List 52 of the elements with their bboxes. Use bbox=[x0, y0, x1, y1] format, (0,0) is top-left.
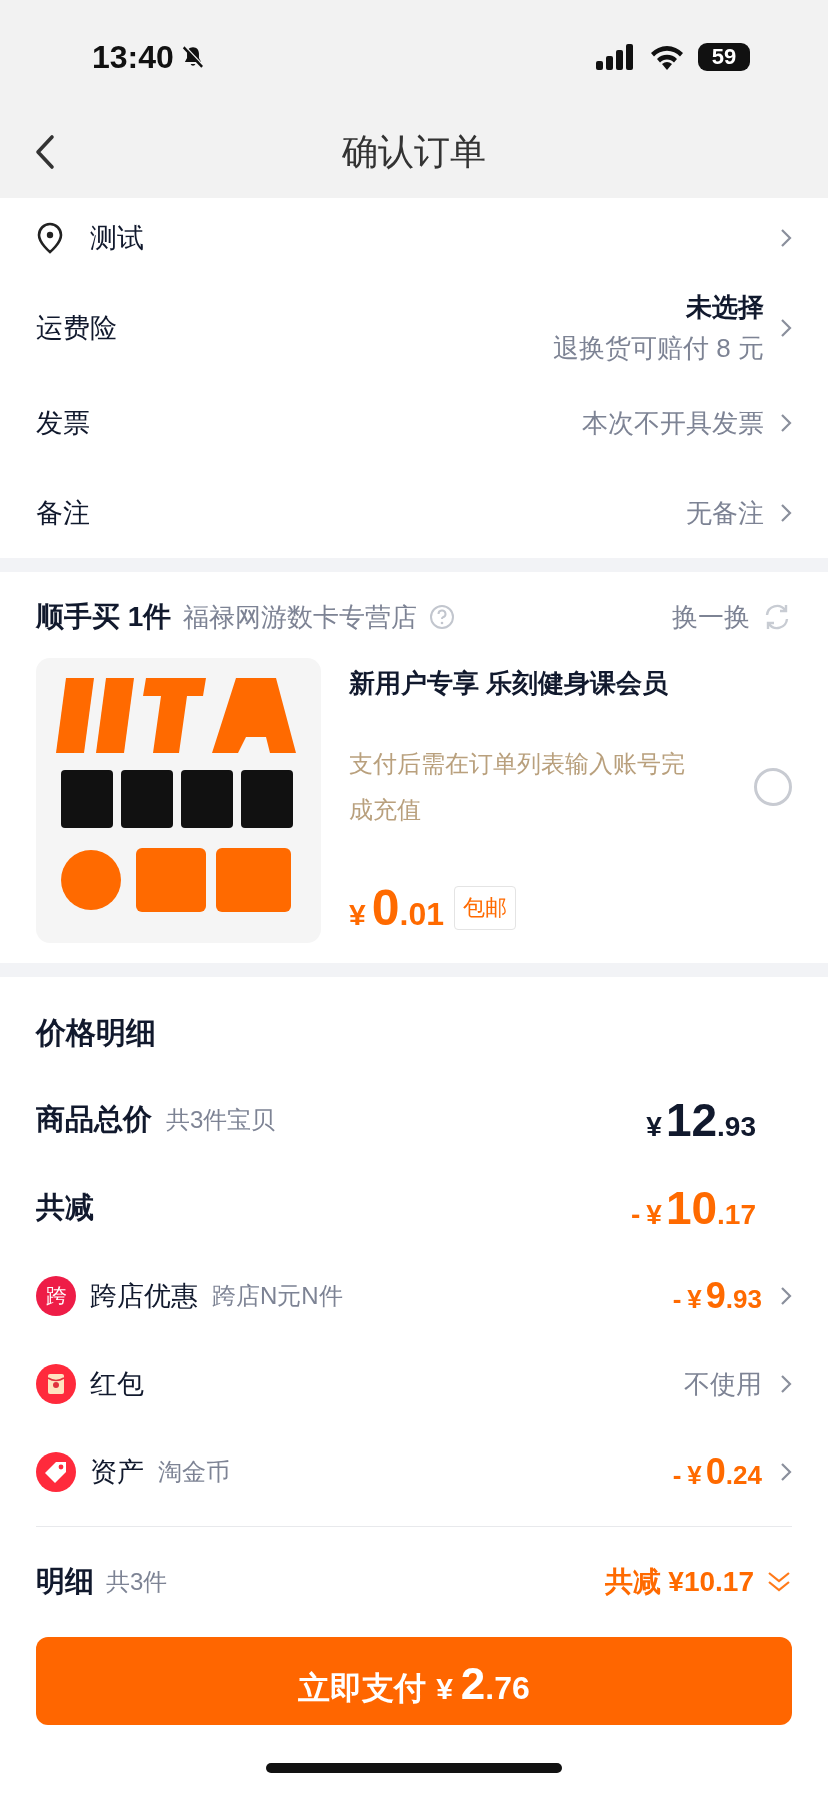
summary-label: 明细 bbox=[36, 1564, 94, 1599]
section-title: 顺手买 1件 bbox=[36, 600, 172, 634]
store-name[interactable]: 福禄网游数卡专营店 bbox=[183, 599, 418, 635]
row-label: 发票 bbox=[36, 407, 90, 440]
price-amount: ¥12.93 bbox=[646, 1093, 756, 1147]
chevron-right-icon bbox=[780, 228, 792, 248]
envelope-icon bbox=[36, 1364, 76, 1404]
chevron-right-icon[interactable] bbox=[780, 503, 792, 523]
row-label: 备注 bbox=[36, 497, 90, 530]
price-amount: - ¥10.17 bbox=[631, 1181, 756, 1235]
chevron-right-icon[interactable] bbox=[780, 1462, 792, 1482]
price-row-note: 淘金币 bbox=[158, 1457, 230, 1487]
price-amount: - ¥9.93 bbox=[672, 1275, 762, 1317]
page-title: 确认订单 bbox=[342, 129, 486, 174]
select-radio[interactable] bbox=[754, 768, 792, 806]
section-title: 价格明细 bbox=[36, 1015, 157, 1051]
summary-count: 共3件 bbox=[106, 1567, 168, 1597]
swap-button[interactable]: 换一换 bbox=[672, 599, 750, 635]
chevron-right-icon[interactable] bbox=[780, 1286, 792, 1306]
address-row[interactable]: 测试 bbox=[36, 198, 792, 278]
row-label: 运费险 bbox=[36, 312, 117, 345]
chevron-right-icon[interactable] bbox=[780, 318, 792, 338]
wifi-icon bbox=[648, 43, 686, 71]
row-value[interactable]: 未选择 bbox=[686, 290, 764, 325]
price-row-note: 跨店N元N件 bbox=[212, 1281, 343, 1311]
price-row-label: 共减 bbox=[36, 1190, 94, 1225]
price-row-label: 红包 bbox=[90, 1368, 144, 1401]
signal-icon bbox=[596, 44, 636, 70]
row-value[interactable]: 无备注 bbox=[686, 495, 764, 531]
price-row-note: 共3件宝贝 bbox=[166, 1105, 276, 1135]
row-note: 退换货可赔付 8 元 bbox=[553, 332, 764, 365]
pay-button[interactable]: 立即支付 ¥ 2.76 bbox=[36, 1637, 792, 1725]
summary-discount[interactable]: 共减 ¥10.17 bbox=[604, 1563, 754, 1601]
product-price: ¥0.01 bbox=[349, 879, 444, 937]
status-time: 13:40 bbox=[92, 38, 174, 76]
price-amount: - ¥0.24 bbox=[672, 1451, 762, 1493]
price-row-label: 商品总价 bbox=[36, 1102, 152, 1137]
location-pin-icon bbox=[36, 222, 64, 254]
product-notice: 支付后需在订单列表输入账号完成充值 bbox=[349, 749, 686, 825]
price-row-value: 不使用 bbox=[684, 1367, 762, 1401]
row-value[interactable]: 本次不开具发票 bbox=[582, 405, 764, 441]
chevron-right-icon[interactable] bbox=[780, 1374, 792, 1394]
back-icon[interactable] bbox=[34, 134, 56, 170]
cross-store-badge: 跨 bbox=[36, 1276, 76, 1316]
chevron-right-icon[interactable] bbox=[780, 413, 792, 433]
price-tag-icon bbox=[36, 1452, 76, 1492]
help-icon[interactable] bbox=[429, 604, 456, 630]
free-shipping-tag: 包邮 bbox=[454, 886, 516, 930]
price-row-label: 资产 bbox=[90, 1456, 144, 1489]
battery-indicator: 59 bbox=[698, 43, 750, 71]
product-name: 新用户专享 乐刻健身课会员 bbox=[349, 667, 670, 700]
price-row-label: 跨店优惠 bbox=[90, 1280, 198, 1313]
